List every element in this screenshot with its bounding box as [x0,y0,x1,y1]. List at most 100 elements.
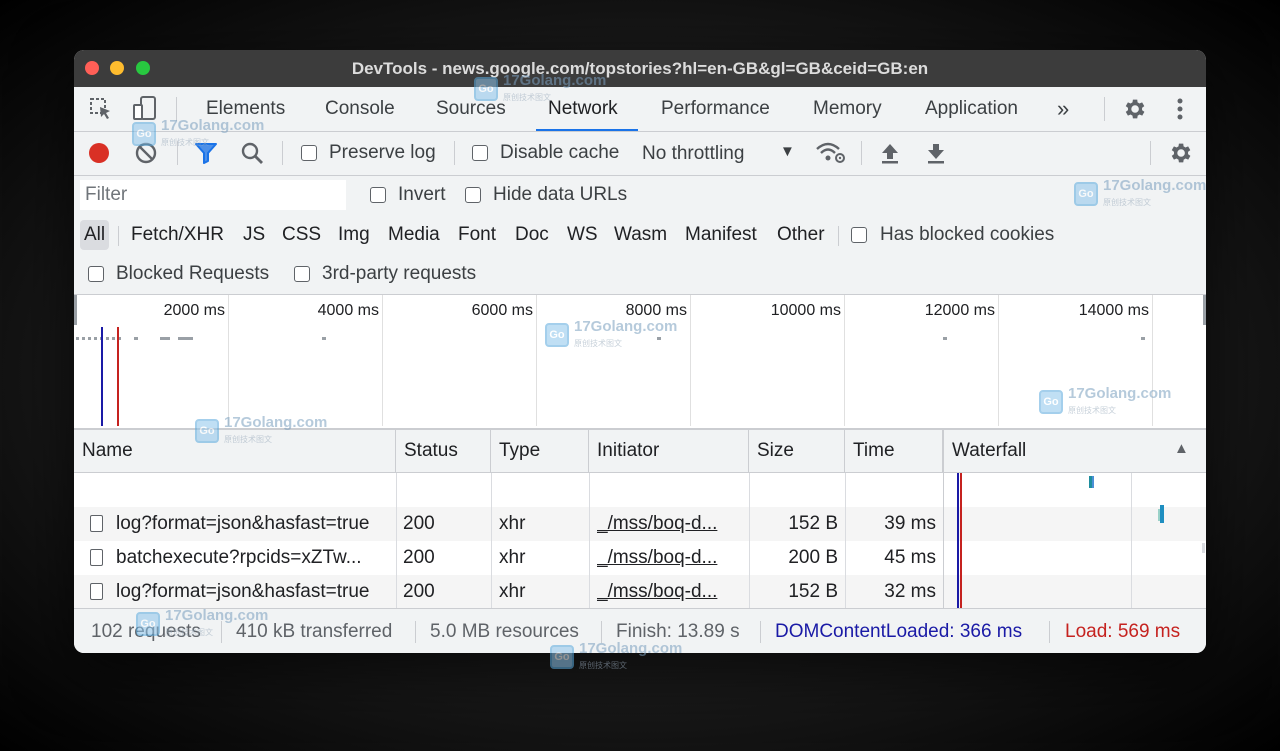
type-filter-manifest[interactable]: Manifest [685,220,757,250]
column-divider [749,473,750,608]
table-row[interactable]: log?format=json&hasfast=true 200 xhr _/m… [74,575,1206,609]
more-menu-icon[interactable] [1170,96,1190,122]
column-header-name[interactable]: Name [74,430,396,472]
type-filter-fetch-xhr[interactable]: Fetch/XHR [131,220,224,250]
type-filter-font[interactable]: Font [458,220,496,250]
request-size: 152 B [788,581,838,602]
request-table-body: log?format=json&hasfast=true 200 xhr _/m… [74,473,1206,609]
clear-icon[interactable] [135,142,157,164]
tick-line [536,295,537,426]
tick-label: 6000 ms [471,302,533,319]
preserve-log-checkbox[interactable] [301,145,317,161]
settings-icon[interactable] [1121,96,1147,122]
tick-line [228,295,229,426]
column-header-time[interactable]: Time [845,430,943,472]
request-name: log?format=json&hasfast=true [116,513,370,534]
status-separator [221,621,222,643]
network-settings-icon[interactable] [1167,140,1193,166]
tick-line [998,295,999,426]
tab-application[interactable]: Application [925,87,1018,131]
toolbar-separator [282,141,283,165]
tab-separator [1104,97,1105,121]
type-filter-media[interactable]: Media [388,220,440,250]
dom-content-loaded-marker [101,327,103,426]
overview-requests [178,337,193,340]
network-conditions-icon[interactable] [815,141,847,165]
request-time: 32 ms [884,581,936,602]
tick-label: 10000 ms [770,302,841,319]
invert-checkbox[interactable] [370,187,386,203]
column-divider [396,473,397,608]
type-filter-wasm[interactable]: Wasm [614,220,667,250]
column-header-status[interactable]: Status [396,430,491,472]
search-icon[interactable] [240,141,264,165]
chevron-down-icon[interactable]: ▼ [780,143,795,160]
toolbar-separator [861,141,862,165]
request-initiator-link[interactable]: _/mss/boq-d... [597,575,742,609]
type-filter-all[interactable]: All [80,220,110,250]
column-header-initiator[interactable]: Initiator [589,430,749,472]
title-bar: DevTools - news.google.com/topstories?hl… [74,50,1206,87]
network-overview[interactable]: 2000 ms 4000 ms 6000 ms 8000 ms 10000 ms… [74,295,1206,430]
load-marker [117,327,119,426]
blocked-requests-checkbox[interactable] [88,266,104,282]
tab-network[interactable]: Network [536,87,638,131]
third-party-requests-checkbox[interactable] [294,266,310,282]
preserve-log-label: Preserve log [329,142,436,163]
resources-size: 5.0 MB resources [430,621,579,642]
document-icon [90,515,103,532]
has-blocked-cookies-checkbox[interactable] [851,227,867,243]
table-row[interactable]: batchexecute?rpcids=xZTw... 200 xhr _/ms… [74,541,1206,575]
finish-time: Finish: 13.89 s [616,621,740,642]
tab-sources[interactable]: Sources [436,87,506,131]
status-separator [415,621,416,643]
import-har-icon[interactable] [879,141,901,165]
request-initiator-link[interactable]: _/mss/boq-d... [597,541,742,575]
column-header-size[interactable]: Size [749,430,845,472]
transferred-size: 410 kB transferred [236,621,393,642]
table-row[interactable]: log?format=json&hasfast=true 200 xhr _/m… [74,507,1206,541]
toolbar-separator [177,141,178,165]
request-type: xhr [499,547,526,568]
waterfall-bar [1160,505,1164,523]
request-initiator-link[interactable]: _/mss/boq-d... [597,507,742,541]
more-tabs-button[interactable]: » [1057,87,1069,131]
filter-icon[interactable] [194,142,218,164]
type-filter-css[interactable]: CSS [282,220,321,250]
disable-cache-checkbox[interactable] [472,145,488,161]
tab-separator [176,97,177,121]
type-filter-ws[interactable]: WS [567,220,598,250]
sort-ascending-icon[interactable]: ▲ [1174,440,1189,457]
column-header-type[interactable]: Type [491,430,589,472]
record-icon[interactable] [88,142,110,164]
tab-performance[interactable]: Performance [661,87,770,131]
request-name: batchexecute?rpcids=xZTw... [116,547,362,568]
device-toolbar-icon[interactable] [132,96,158,122]
overview-drag-handle[interactable] [74,295,77,325]
type-filter-other[interactable]: Other [777,220,825,250]
tab-elements[interactable]: Elements [206,87,285,131]
toolbar-separator [1150,141,1151,165]
tick-line [382,295,383,426]
type-filter-doc[interactable]: Doc [515,220,549,250]
column-header-waterfall[interactable]: Waterfall [943,430,1206,472]
tab-memory[interactable]: Memory [813,87,882,131]
type-separator [118,226,119,246]
hide-data-urls-checkbox[interactable] [465,187,481,203]
network-toolbar: Preserve log Disable cache No throttling… [74,132,1206,176]
filter-bar: Invert Hide data URLs All Fetch/XHR JS C… [74,176,1206,295]
export-har-icon[interactable] [925,141,947,165]
invert-label: Invert [398,184,446,205]
overview-drag-handle[interactable] [1203,295,1206,325]
dom-content-loaded-line [957,473,959,608]
filter-input[interactable] [80,180,346,210]
throttling-select[interactable]: No throttling [642,143,744,165]
tab-console[interactable]: Console [325,87,395,131]
inspect-element-icon[interactable] [88,97,114,121]
type-filter-js[interactable]: JS [243,220,265,250]
request-status: 200 [403,513,435,534]
request-name: log?format=json&hasfast=true [116,581,370,602]
disable-cache-label: Disable cache [500,142,620,163]
type-filter-img[interactable]: Img [338,220,370,250]
status-separator [760,621,761,643]
